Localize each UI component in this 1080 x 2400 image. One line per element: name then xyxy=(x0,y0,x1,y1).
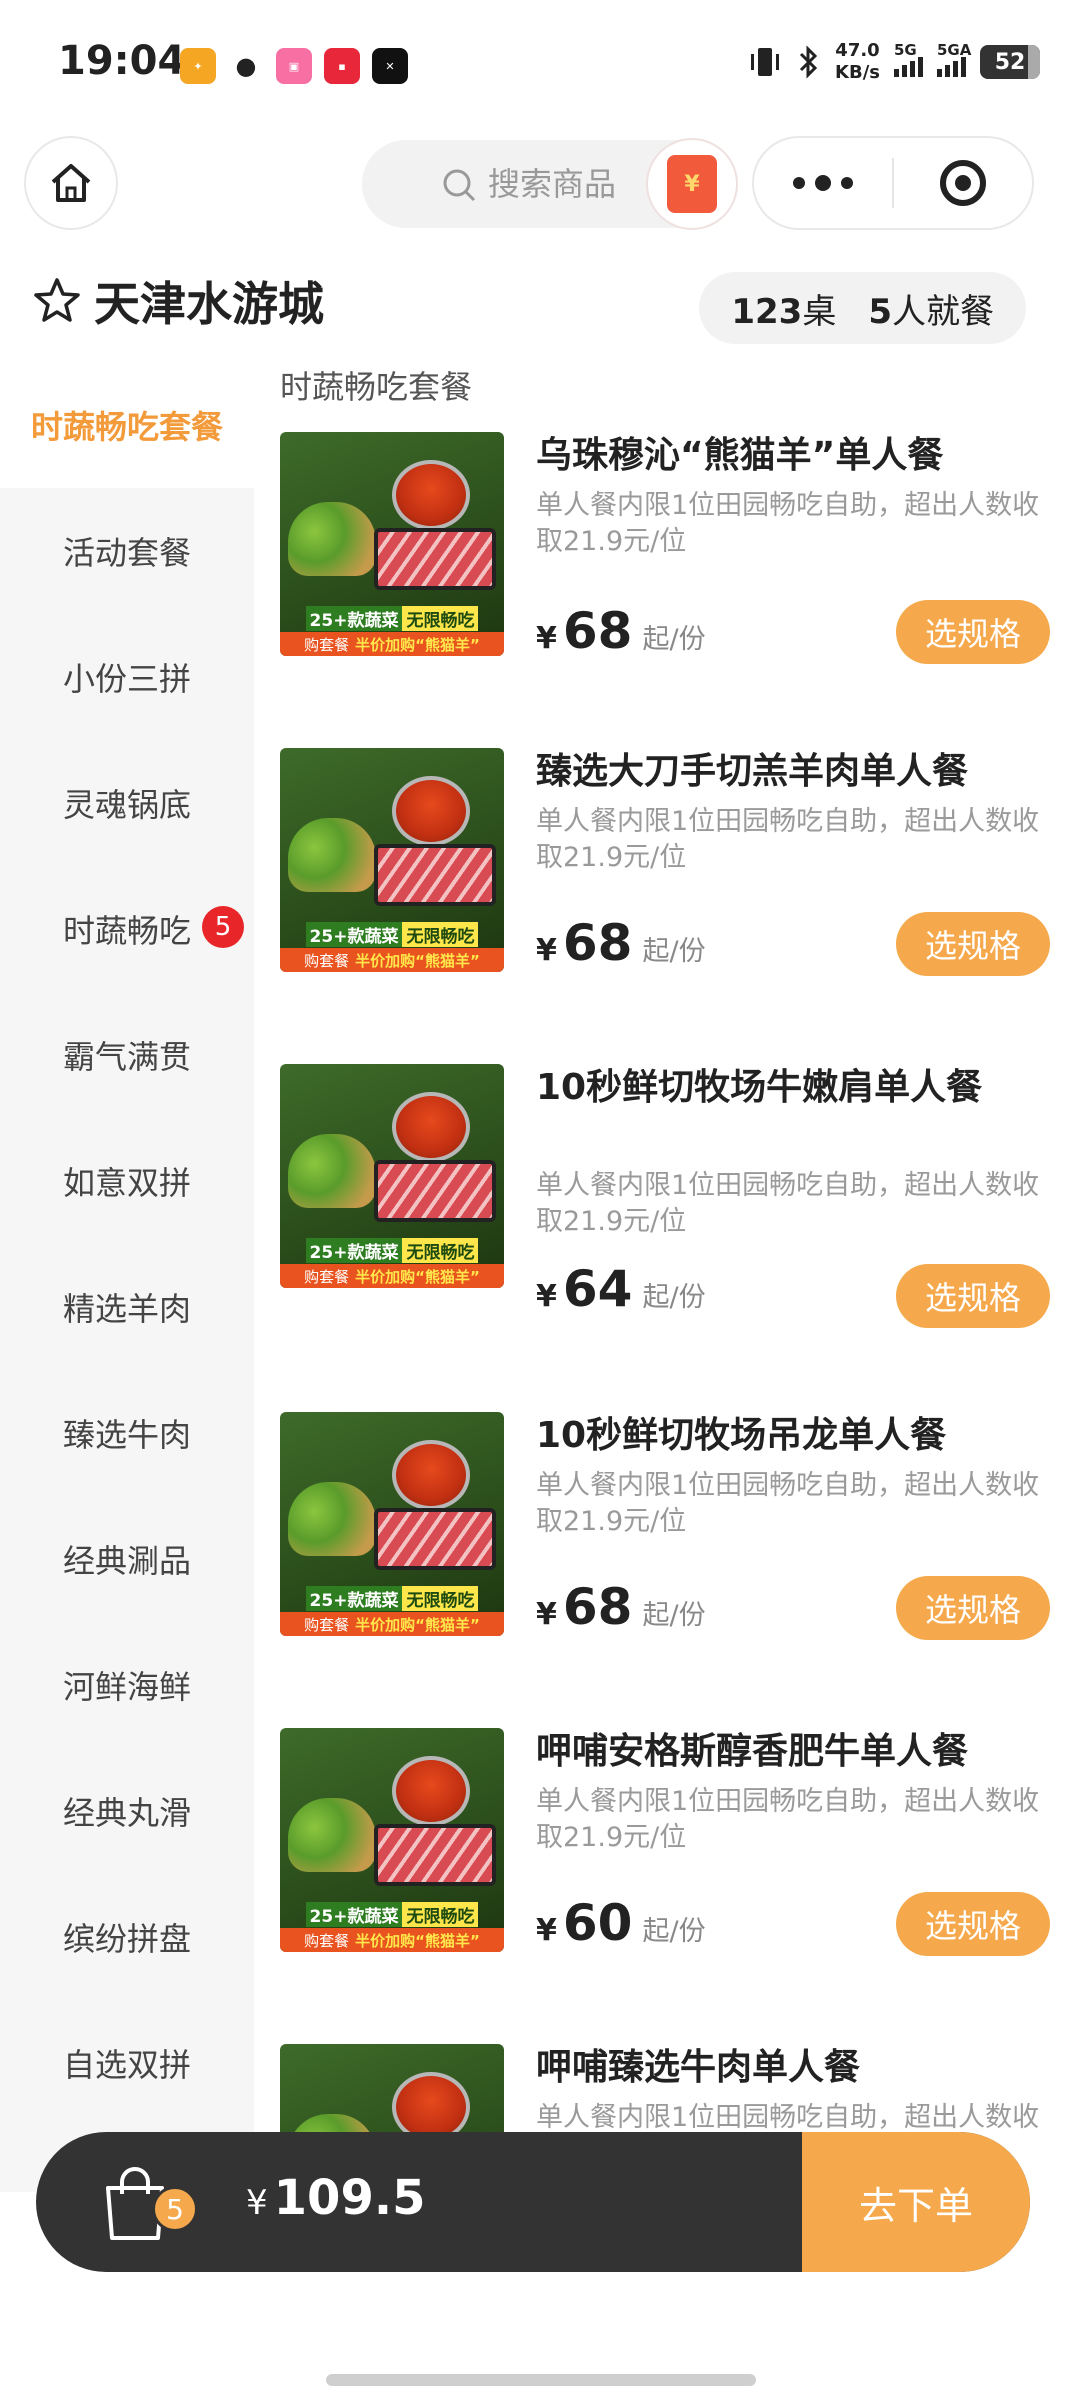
diners-count: 5 xyxy=(868,291,892,332)
image-tag-unlimited: 无限畅吃 xyxy=(402,605,479,631)
status-bar: 19:04 ✦ ● ▣ ▪ ✕ 47.0 KB/s 5G 5GA 52 xyxy=(0,0,1080,130)
capcut-app-icon: ✕ xyxy=(372,48,408,84)
product-image: 25+款蔬菜 无限畅吃 购套餐 半价加购“熊猫羊” xyxy=(280,1412,504,1636)
target-icon xyxy=(939,160,986,206)
product-image: 25+款蔬菜 无限畅吃 购套餐 半价加购“熊猫羊” xyxy=(280,1728,504,1952)
sidebar-item-vegetable-set[interactable]: 时蔬畅吃套餐 xyxy=(0,362,254,488)
checkout-button[interactable]: 去下单 xyxy=(802,2132,1030,2272)
product-price: ¥60 起/份 xyxy=(536,1894,706,1952)
sidebar-item-balls[interactable]: 经典丸滑 xyxy=(0,1748,254,1874)
product-desc: 单人餐内限1位田园畅吃自助，超出人数收取21.9元/位 xyxy=(536,806,1040,873)
signal-5g-icon: 5G xyxy=(894,41,923,77)
product-desc: 单人餐内限1位田园畅吃自助，超出人数收取21.9元/位 xyxy=(536,1170,1040,1237)
net-speed-unit: KB/s xyxy=(835,62,880,83)
product-name: 臻选大刀手切羔羊肉单人餐 xyxy=(536,751,969,792)
bilibili-app-icon: ▣ xyxy=(276,48,312,84)
sidebar-item-custom-double[interactable]: 自选双拼 xyxy=(0,2000,254,2126)
net-speed: 47.0 KB/s xyxy=(835,40,880,84)
cart-total-amount: 109.5 xyxy=(273,2170,426,2226)
product-desc: 单人餐内限1位田园畅吃自助，超出人数收取21.9元/位 xyxy=(536,490,1040,557)
home-icon xyxy=(51,164,91,202)
store-header: 天津水游城 xyxy=(32,268,324,334)
category-sidebar: 时蔬畅吃套餐 活动套餐 小份三拼 灵魂锅底 时蔬畅吃 5 霸气满贯 如意双拼 精选… xyxy=(0,362,254,2192)
product-name: 呷哺安格斯醇香肥牛单人餐 xyxy=(536,1731,969,1772)
select-spec-button[interactable]: 选规格 xyxy=(896,1576,1050,1640)
red-packet-icon: ¥ xyxy=(667,155,717,213)
select-spec-button[interactable]: 选规格 xyxy=(896,1264,1050,1328)
cart-count-badge: 5 xyxy=(152,2186,198,2232)
xiaohongshu-app-icon: ▪ xyxy=(324,48,360,84)
more-dots-icon xyxy=(793,177,805,189)
product-card[interactable]: 25+款蔬菜 无限畅吃 购套餐 半价加购“熊猫羊” 10秒鲜切牧场吊龙单人餐 单人餐… xyxy=(280,1412,1050,1640)
battery-level: 52 xyxy=(994,49,1026,75)
diners-text: 5人就餐 xyxy=(868,284,994,333)
product-price: ¥68 起/份 xyxy=(536,602,706,660)
search-icon xyxy=(443,169,476,202)
product-image: 25+款蔬菜 无限畅吃 购套餐 半价加购“熊猫羊” xyxy=(280,1064,504,1288)
product-name: 10秒鲜切牧场吊龙单人餐 xyxy=(536,1415,947,1456)
table-info-pill[interactable]: 123桌 5人就餐 xyxy=(699,272,1026,344)
table-number: 123 xyxy=(731,291,803,332)
section-title: 时蔬畅吃套餐 xyxy=(280,368,473,406)
red-packet-button[interactable]: ¥ xyxy=(646,138,738,230)
sidebar-item-bawang[interactable]: 霸气满贯 xyxy=(0,992,254,1118)
select-spec-button[interactable]: 选规格 xyxy=(896,912,1050,976)
cart-total: ¥109.5 xyxy=(246,2170,426,2226)
product-price: ¥68 起/份 xyxy=(536,914,706,972)
vibrate-icon xyxy=(751,48,780,76)
system-indicators: 47.0 KB/s 5G 5GA 52 xyxy=(747,40,1040,84)
sidebar-item-soup-base[interactable]: 灵魂锅底 xyxy=(0,740,254,866)
product-card[interactable]: 25+款蔬菜 无限畅吃 购套餐 半价加购“熊猫羊” 呷哺安格斯醇香肥牛单人餐 单人餐… xyxy=(280,1728,1050,1956)
product-image: 25+款蔬菜 无限畅吃 购套餐 半价加购“熊猫羊” xyxy=(280,748,504,972)
clock: 19:04 xyxy=(58,38,186,84)
product-card[interactable]: 25+款蔬菜 无限畅吃 购套餐 半价加购“熊猫羊” 臻选大刀手切羔羊肉单人餐 单人餐… xyxy=(280,748,1050,976)
image-tag-veg: 25+款蔬菜 xyxy=(305,605,403,631)
image-tag-buy: 购套餐 xyxy=(304,635,350,654)
sidebar-item-classic[interactable]: 经典涮品 xyxy=(0,1496,254,1622)
battery-icon: 52 xyxy=(980,45,1040,79)
store-name: 天津水游城 xyxy=(94,277,324,331)
product-price: ¥68 起/份 xyxy=(536,1578,706,1636)
bluetooth-icon xyxy=(799,45,818,79)
close-miniprogram-button[interactable] xyxy=(894,138,1032,228)
product-desc: 单人餐内限1位田园畅吃自助，超出人数收取21.9元/位 xyxy=(536,1470,1040,1537)
select-spec-button[interactable]: 选规格 xyxy=(896,600,1050,664)
product-name: 10秒鲜切牧场牛嫩肩单人餐 xyxy=(536,1067,983,1108)
sidebar-item-promo-set[interactable]: 活动套餐 xyxy=(0,488,254,614)
net-speed-value: 47.0 xyxy=(835,40,880,61)
product-desc: 单人餐内限1位田园畅吃自助，超出人数收取21.9元/位 xyxy=(536,1786,1040,1853)
product-image: 25+款蔬菜 无限畅吃 购套餐 半价加购“熊猫羊” xyxy=(280,432,504,656)
table-unit: 桌 xyxy=(802,291,837,332)
sidebar-item-ruyi-double[interactable]: 如意双拼 xyxy=(0,1118,254,1244)
wechat-app-icon: ● xyxy=(228,48,264,84)
sidebar-item-seafood[interactable]: 河鲜海鲜 xyxy=(0,1622,254,1748)
sidebar-item-small-triple[interactable]: 小份三拼 xyxy=(0,614,254,740)
star-favorite-icon[interactable] xyxy=(32,276,82,326)
sidebar-item-platter[interactable]: 缤纷拼盘 xyxy=(0,1874,254,2000)
home-button[interactable] xyxy=(24,136,118,230)
product-name: 呷哺臻选牛肉单人餐 xyxy=(536,2047,861,2088)
taobao-app-icon: ✦ xyxy=(180,48,216,84)
miniprogram-capsule xyxy=(752,136,1034,230)
sidebar-item-vegetables[interactable]: 时蔬畅吃 5 xyxy=(0,866,254,992)
home-indicator[interactable] xyxy=(326,2374,756,2386)
more-menu-button[interactable] xyxy=(754,138,892,228)
image-tag-halfprice: 半价加购“熊猫羊” xyxy=(355,635,480,654)
product-card[interactable]: 25+款蔬菜 无限畅吃 购套餐 半价加购“熊猫羊” 10秒鲜切牧场牛嫩肩单人餐 单人… xyxy=(280,1064,1050,1334)
product-card[interactable]: 25+款蔬菜 无限畅吃 购套餐 半价加购“熊猫羊” 乌珠穆沁“熊猫羊”单人餐 单人餐… xyxy=(280,432,1050,664)
notification-icons: ✦ ● ▣ ▪ ✕ xyxy=(180,48,408,84)
product-name: 乌珠穆沁“熊猫羊”单人餐 xyxy=(536,435,944,476)
diners-unit: 人就餐 xyxy=(892,291,994,332)
sidebar-count-badge: 5 xyxy=(202,906,244,948)
table-number-text: 123桌 xyxy=(731,284,836,333)
product-price: ¥64 起/份 xyxy=(536,1260,706,1318)
select-spec-button[interactable]: 选规格 xyxy=(896,1892,1050,1956)
signal-5ga-icon: 5GA xyxy=(937,41,971,77)
sidebar-item-lamb[interactable]: 精选羊肉 xyxy=(0,1244,254,1370)
sidebar-item-beef[interactable]: 臻选牛肉 xyxy=(0,1370,254,1496)
